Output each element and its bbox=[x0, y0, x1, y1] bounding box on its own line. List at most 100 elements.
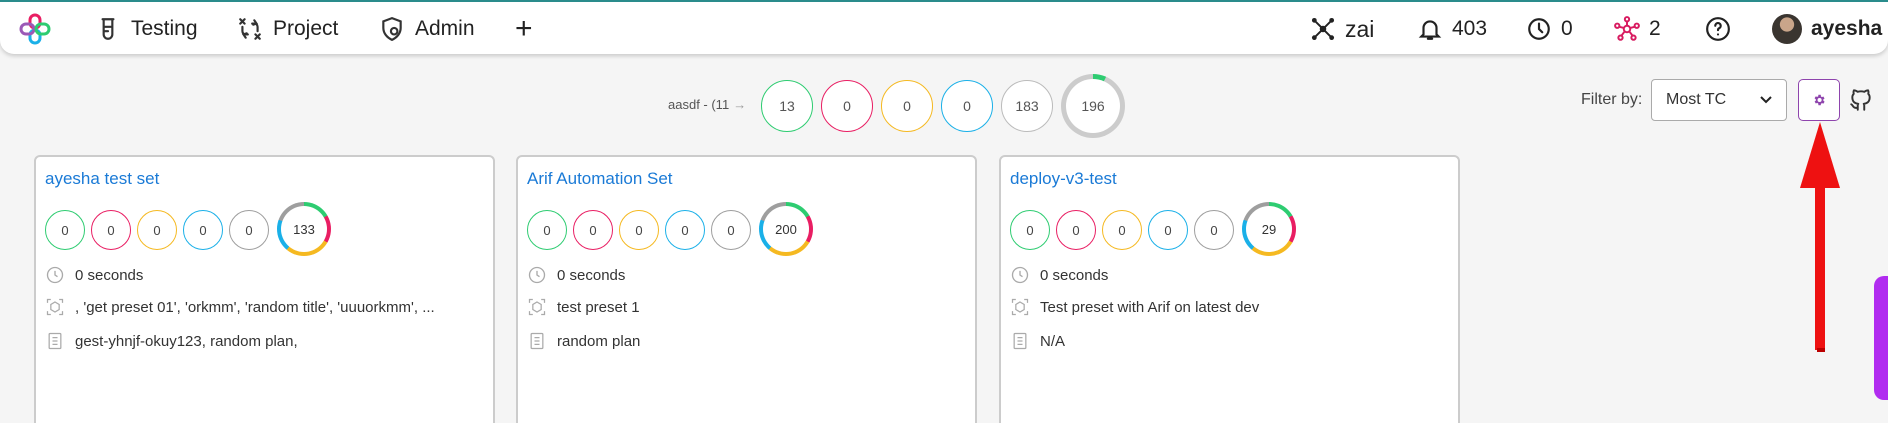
gear-icon bbox=[1814, 94, 1825, 106]
neutral-count: 0 bbox=[711, 210, 751, 250]
pass-count: 0 bbox=[1010, 210, 1050, 250]
total-ring: 29 bbox=[1242, 202, 1296, 256]
nodes-button[interactable]: 2 bbox=[1614, 14, 1661, 44]
duration-text: 0 seconds bbox=[1040, 266, 1109, 284]
total-count: 29 bbox=[1246, 206, 1292, 252]
pass-count: 0 bbox=[527, 210, 567, 250]
filter-label: Filter by: bbox=[1581, 91, 1643, 108]
presets-text: , 'get preset 01', 'orkmm', 'random titl… bbox=[75, 298, 435, 316]
nodes-icon bbox=[1614, 16, 1640, 41]
test-set-card[interactable]: Arif Automation Set 0 0 0 0 0 200 0 seco… bbox=[516, 155, 977, 423]
nav-project[interactable]: Project bbox=[237, 14, 338, 44]
running-jobs-button[interactable]: 0 bbox=[1526, 14, 1573, 44]
document-icon bbox=[1013, 332, 1027, 350]
presets-row: Test preset with Arif on latest dev bbox=[1010, 297, 1259, 317]
plans-text: random plan bbox=[557, 332, 641, 350]
fail-count: 0 bbox=[573, 210, 613, 250]
plans-row: gest-yhnjf-okuy123, random plan, bbox=[45, 331, 298, 351]
help-icon bbox=[1706, 17, 1730, 41]
neutral-count: 0 bbox=[1194, 210, 1234, 250]
summary-pass-count: 13 bbox=[761, 80, 813, 132]
total-count: 133 bbox=[281, 206, 327, 252]
clock-icon bbox=[1011, 266, 1029, 284]
info-count: 0 bbox=[1148, 210, 1188, 250]
summary-neutral-count: 183 bbox=[1001, 80, 1053, 132]
document-icon bbox=[530, 332, 544, 350]
shield-gear-icon bbox=[382, 17, 402, 42]
cube-scan-icon bbox=[46, 298, 64, 316]
summary-info-count: 0 bbox=[941, 80, 993, 132]
neutral-count: 0 bbox=[229, 210, 269, 250]
bell-icon bbox=[1418, 20, 1442, 40]
duration-text: 0 seconds bbox=[75, 266, 144, 284]
nodes-count: 2 bbox=[1649, 17, 1661, 40]
plans-row: random plan bbox=[527, 331, 640, 351]
plans-row: N/A bbox=[1010, 331, 1065, 351]
summary-fail-count: 0 bbox=[821, 80, 873, 132]
warn-count: 0 bbox=[137, 210, 177, 250]
cube-scan-icon bbox=[1011, 298, 1029, 316]
ai-assistant-label: zai bbox=[1345, 15, 1375, 42]
running-jobs-count: 0 bbox=[1561, 17, 1573, 40]
nav-testing[interactable]: Testing bbox=[95, 14, 198, 44]
summary-total: 196 bbox=[1066, 79, 1120, 133]
card-title[interactable]: Arif Automation Set bbox=[527, 169, 673, 189]
nav-project-label: Project bbox=[273, 17, 339, 40]
ai-assistant-button[interactable]: zai bbox=[1310, 14, 1374, 44]
workflow-icon bbox=[239, 18, 261, 40]
top-navbar: Testing Project Admin + zai 403 0 2 ayes… bbox=[0, 0, 1888, 54]
nav-testing-label: Testing bbox=[131, 17, 198, 40]
chevron-down-icon bbox=[1760, 96, 1772, 104]
filter-selected-value: Most TC bbox=[1666, 91, 1727, 108]
duration-row: 0 seconds bbox=[1010, 265, 1108, 285]
notifications-button[interactable]: 403 bbox=[1417, 14, 1487, 44]
notifications-count: 403 bbox=[1452, 17, 1488, 40]
settings-button[interactable] bbox=[1798, 79, 1840, 121]
annotation-arrow-icon bbox=[1800, 122, 1840, 352]
presets-row: test preset 1 bbox=[527, 297, 640, 317]
presets-row: , 'get preset 01', 'orkmm', 'random titl… bbox=[45, 297, 435, 317]
app-logo-icon[interactable] bbox=[19, 13, 51, 45]
filter-select[interactable]: Most TC bbox=[1651, 79, 1787, 121]
summary-warn-count: 0 bbox=[881, 80, 933, 132]
clock-icon bbox=[528, 266, 546, 284]
warn-count: 0 bbox=[619, 210, 659, 250]
duration-row: 0 seconds bbox=[527, 265, 625, 285]
avatar bbox=[1772, 14, 1802, 44]
summary-label: aasdf - (11 → bbox=[668, 97, 746, 112]
arrow-right-icon: → bbox=[733, 97, 747, 112]
cube-scan-icon bbox=[528, 298, 546, 316]
nav-admin-label: Admin bbox=[415, 17, 475, 40]
user-menu[interactable]: ayesha bbox=[1772, 14, 1882, 44]
beaker-icon bbox=[101, 18, 115, 40]
plans-text: gest-yhnjf-okuy123, random plan, bbox=[75, 332, 298, 350]
summary-title: aasdf - (11 bbox=[668, 97, 730, 112]
total-count: 200 bbox=[763, 206, 809, 252]
duration-row: 0 seconds bbox=[45, 265, 143, 285]
card-title[interactable]: ayesha test set bbox=[45, 169, 159, 189]
plans-text: N/A bbox=[1040, 332, 1066, 350]
info-count: 0 bbox=[665, 210, 705, 250]
total-ring: 200 bbox=[759, 202, 813, 256]
side-drawer-tab[interactable] bbox=[1874, 276, 1888, 400]
warn-count: 0 bbox=[1102, 210, 1142, 250]
info-count: 0 bbox=[183, 210, 223, 250]
card-title[interactable]: deploy-v3-test bbox=[1010, 169, 1117, 189]
test-set-card[interactable]: ayesha test set 0 0 0 0 0 133 0 seconds … bbox=[34, 155, 495, 423]
github-icon[interactable] bbox=[1848, 86, 1874, 114]
add-icon: + bbox=[515, 12, 533, 45]
duration-text: 0 seconds bbox=[557, 266, 626, 284]
add-button[interactable]: + bbox=[515, 12, 533, 45]
fail-count: 0 bbox=[1056, 210, 1096, 250]
clock-icon bbox=[1528, 18, 1550, 40]
summary-total-ring: 196 bbox=[1061, 74, 1125, 138]
presets-text: test preset 1 bbox=[557, 298, 640, 316]
nav-admin[interactable]: Admin bbox=[379, 14, 475, 44]
fail-count: 0 bbox=[91, 210, 131, 250]
clock-icon bbox=[46, 266, 64, 284]
network-node-icon bbox=[1311, 17, 1335, 41]
document-icon bbox=[48, 332, 62, 350]
pass-count: 0 bbox=[45, 210, 85, 250]
test-set-card[interactable]: deploy-v3-test 0 0 0 0 0 29 0 seconds Te… bbox=[999, 155, 1460, 423]
help-button[interactable] bbox=[1705, 14, 1731, 44]
